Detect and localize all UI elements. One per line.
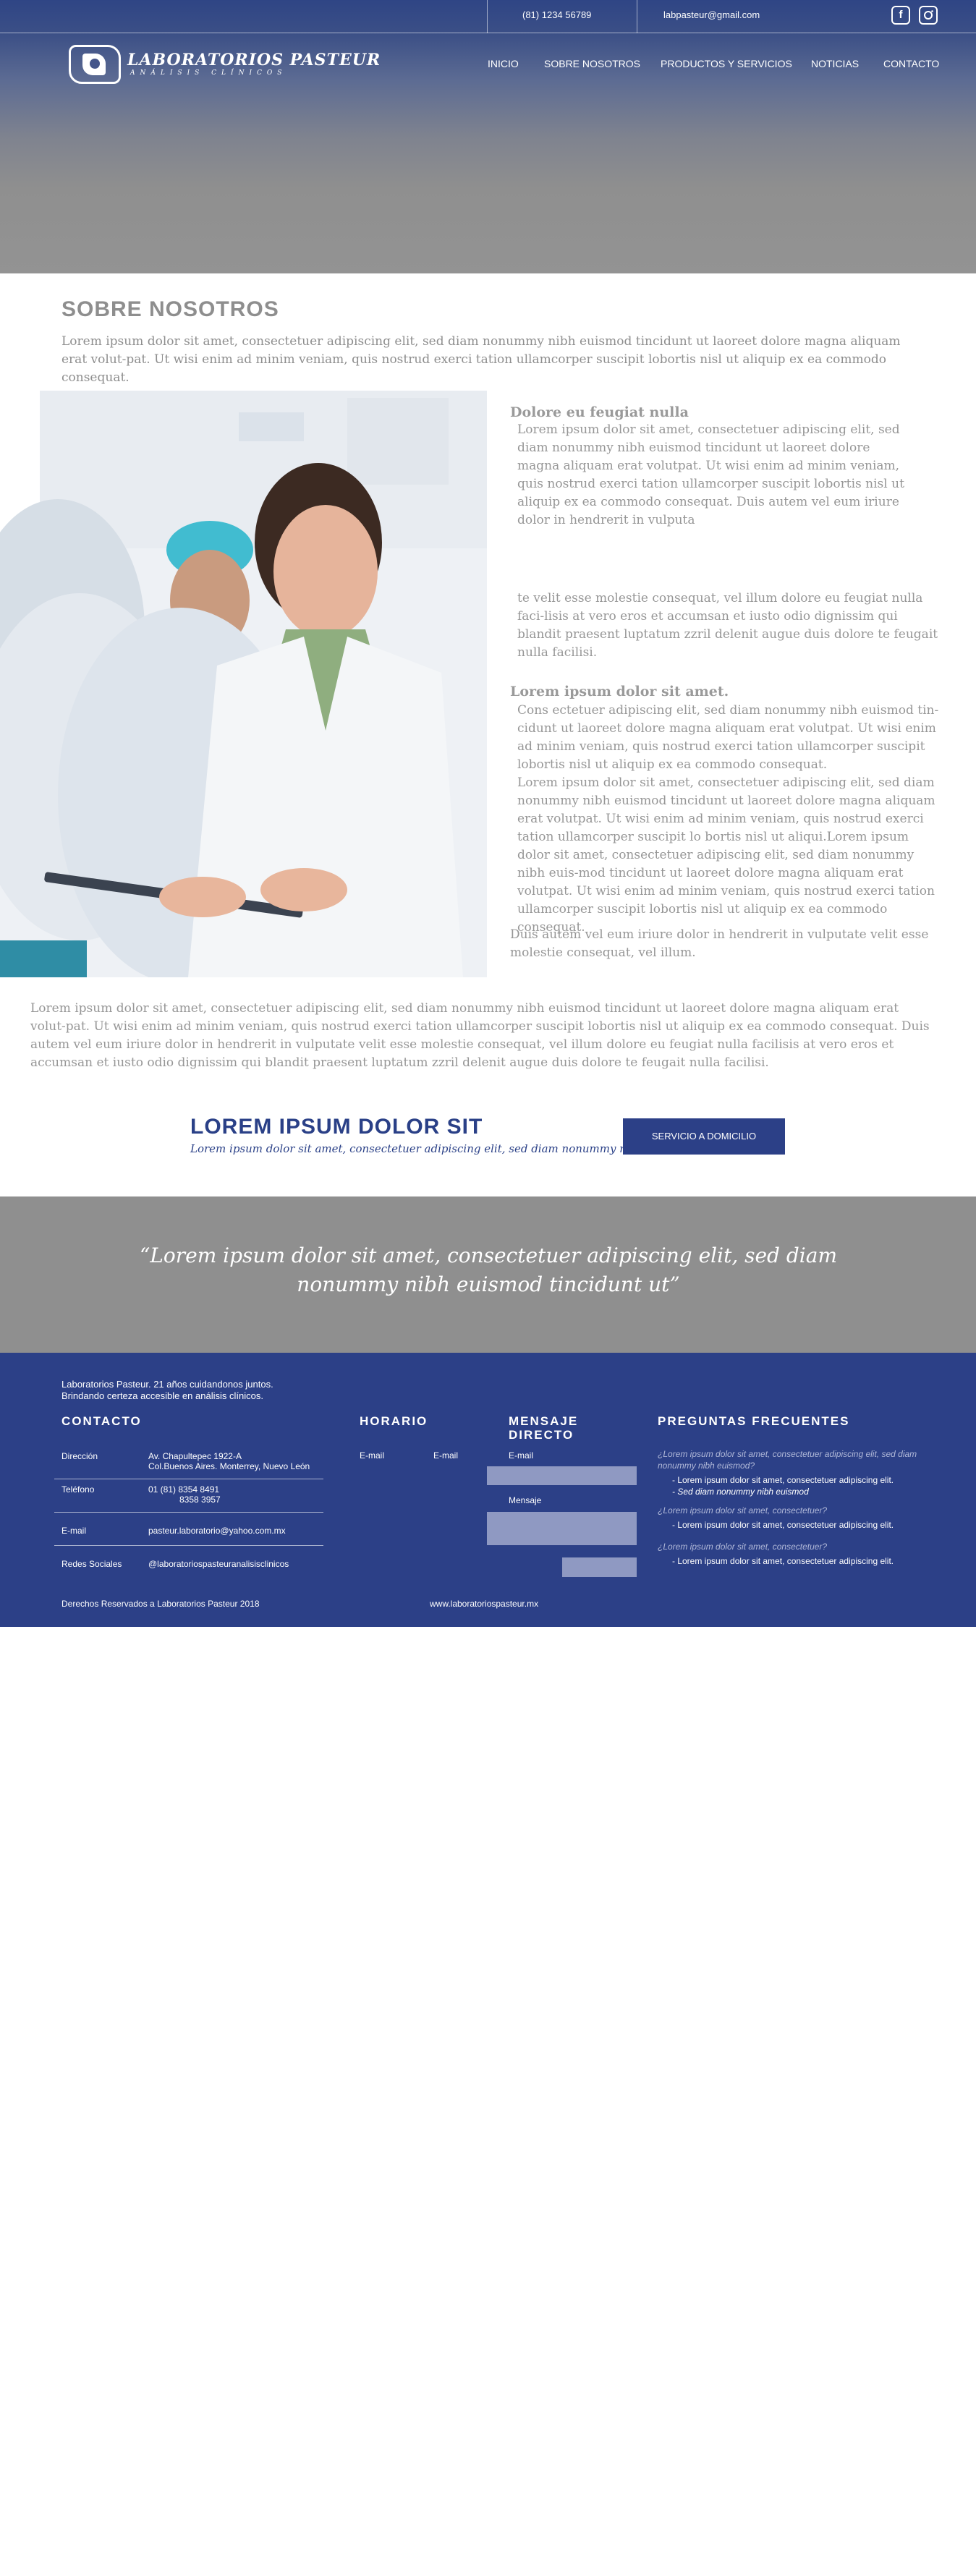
nav-sobre-nosotros[interactable]: SOBRE NOSOTROS [544, 58, 640, 69]
nav-contacto[interactable]: CONTACTO [883, 58, 939, 69]
footer-tagline-2: Brindando certeza accesible en análisis … [61, 1390, 263, 1401]
faq-answer-3: - Lorem ipsum dolor sit amet, consectetu… [672, 1556, 894, 1566]
nav-noticias[interactable]: NOTICIAS [811, 58, 859, 69]
form-message-label: Mensaje [509, 1495, 542, 1505]
telefono-line-1[interactable]: 01 (81) 8354 8491 [148, 1484, 219, 1495]
topbar-email[interactable]: labpasteur@gmail.com [663, 9, 760, 20]
about-paragraph-3: Cons ectetuer adipiscing elit, sed diam … [517, 703, 939, 772]
form-submit-button[interactable] [562, 1557, 637, 1577]
logo-icon[interactable] [69, 45, 121, 84]
facebook-icon[interactable]: f [891, 6, 910, 25]
contact-divider [54, 1545, 323, 1546]
copyright: Derechos Reservados a Laboratorios Paste… [61, 1599, 260, 1609]
about-paragraph-1: Lorem ipsum dolor sit amet, consectetuer… [517, 422, 904, 527]
form-email-input[interactable] [487, 1466, 637, 1485]
faq-question-1[interactable]: ¿Lorem ipsum dolor sit amet, consectetue… [658, 1448, 918, 1471]
mensaje-title-1: MENSAJE [509, 1414, 579, 1428]
form-message-input[interactable] [487, 1512, 637, 1545]
home-service-button[interactable]: SERVICIO A DOMICILIO [623, 1118, 785, 1155]
nav-inicio[interactable]: INICIO [488, 58, 519, 69]
faq-question-2[interactable]: ¿Lorem ipsum dolor sit amet, consectetue… [658, 1505, 918, 1516]
faq-title: PREGUNTAS FRECUENTES [658, 1414, 850, 1428]
section-title: SOBRE NOSOTROS [61, 297, 279, 321]
faq-question-3[interactable]: ¿Lorem ipsum dolor sit amet, consectetue… [658, 1541, 918, 1552]
horario-title: HORARIO [360, 1414, 428, 1428]
direccion-label: Dirección [61, 1451, 98, 1461]
faq-answer-1b: - Sed diam nonummy nibh euismod [672, 1487, 809, 1497]
website-link[interactable]: www.laboratoriospasteur.mx [430, 1599, 538, 1609]
form-email-label: E-mail [509, 1450, 534, 1461]
about-lead-text: Lorem ipsum dolor sit amet, consectetuer… [61, 334, 901, 385]
faq-answer-2: - Lorem ipsum dolor sit amet, consectetu… [672, 1520, 894, 1530]
social-value[interactable]: @laboratoriospasteuranalisisclinicos [148, 1559, 289, 1569]
telefono-line-2[interactable]: 8358 3957 [179, 1495, 221, 1505]
social-label: Redes Sociales [61, 1559, 122, 1569]
about-bottom-text: Lorem ipsum dolor sit amet, consectetuer… [30, 1001, 930, 1070]
cta-title: LOREM IPSUM DOLOR SIT [190, 1115, 483, 1139]
header-hero [0, 0, 976, 273]
contact-divider [54, 1512, 323, 1513]
faq-answer-1: - Lorem ipsum dolor sit amet, consectetu… [672, 1475, 894, 1485]
about-heading-1: Dolore eu feugiat nulla [510, 404, 689, 420]
nav-productos-servicios[interactable]: PRODUCTOS Y SERVICIOS [661, 58, 792, 69]
about-heading-2: Lorem ipsum dolor sit amet. [510, 684, 729, 700]
direccion-line-2: Col.Buenos Aires. Monterrey, Nuevo León [148, 1461, 310, 1471]
doctor-photo [0, 391, 487, 977]
mensaje-title-2: DIRECTO [509, 1428, 574, 1442]
about-paragraph-5: Duis autem vel eum iriure dolor in hendr… [510, 927, 929, 960]
topbar-separator [487, 0, 488, 33]
about-paragraph-2: te velit esse molestie consequat, vel il… [517, 591, 938, 660]
logo-title[interactable]: LABORATORIOS PASTEUR [127, 51, 381, 69]
email-value[interactable]: pasteur.laboratorio@yahoo.com.mx [148, 1526, 286, 1536]
horario-col-1: E-mail [360, 1450, 385, 1461]
topbar-phone[interactable]: (81) 1234 56789 [522, 9, 591, 20]
about-paragraph-4: Lorem ipsum dolor sit amet, consectetuer… [517, 775, 935, 935]
direccion-line-1: Av. Chapultepec 1922-A [148, 1451, 242, 1461]
footer-tagline-1: Laboratorios Pasteur. 21 años cuidandono… [61, 1379, 273, 1390]
quote-text: “Lorem ipsum dolor sit amet, consectetue… [139, 1244, 838, 1296]
contact-title: CONTACTO [61, 1414, 142, 1428]
cta-subtitle: Lorem ipsum dolor sit amet, consectetuer… [190, 1142, 648, 1155]
email-label: E-mail [61, 1526, 87, 1536]
horario-col-2: E-mail [433, 1450, 459, 1461]
telefono-label: Teléfono [61, 1484, 95, 1495]
logo-subtitle: ANÁLISIS CLÍNICOS [130, 69, 287, 77]
instagram-icon[interactable] [919, 6, 938, 25]
